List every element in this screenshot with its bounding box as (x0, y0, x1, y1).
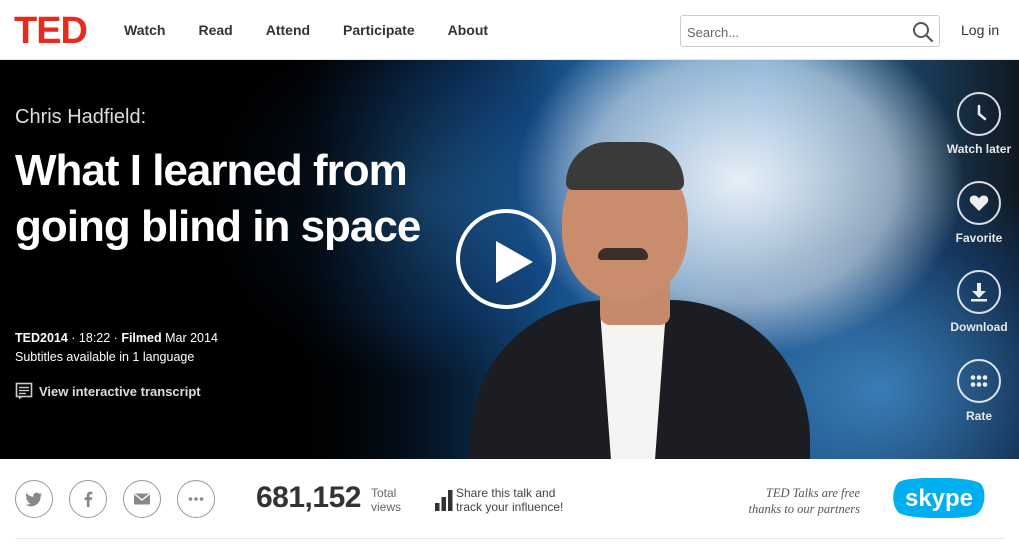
favorite-label: Favorite (955, 231, 1003, 245)
skype-logo[interactable]: skype (893, 478, 985, 518)
twitter-icon (25, 492, 42, 507)
subtitles-info: Subtitles available in 1 language (15, 350, 195, 364)
transcript-link[interactable]: View interactive transcript (15, 382, 201, 400)
share-influence-link[interactable]: Share this talk and track your influence… (456, 486, 596, 514)
nav-watch[interactable]: Watch (124, 22, 165, 38)
event-name: TED2014 (15, 331, 68, 345)
view-count: 681,152 (256, 481, 361, 514)
clock-icon (977, 104, 987, 121)
transcript-icon (15, 382, 33, 400)
download-label: Download (950, 320, 1008, 334)
rate-button[interactable]: Rate (939, 359, 1019, 423)
login-link[interactable]: Log in (961, 22, 999, 38)
play-icon (496, 241, 533, 283)
nav-about[interactable]: About (448, 22, 488, 38)
search-icon[interactable] (911, 20, 935, 44)
talk-title: What I learned from going blind in space (15, 146, 421, 251)
facebook-icon (84, 491, 93, 507)
site-header: TED Watch Read Attend Participate About … (0, 0, 1019, 60)
email-share-button[interactable] (123, 480, 161, 518)
partners-note: TED Talks are free thanks to our partner… (748, 486, 860, 516)
nav-participate[interactable]: Participate (343, 22, 415, 38)
rate-label: Rate (965, 409, 992, 423)
bar-chart-icon (435, 490, 453, 511)
watch-later-button[interactable]: Watch later (939, 92, 1019, 156)
speaker-name: Chris Hadfield: (15, 106, 147, 128)
filmed-date: Mar 2014 (165, 331, 218, 345)
transcript-label: View interactive transcript (39, 383, 201, 399)
watch-later-label: Watch later (946, 142, 1012, 156)
view-count-label: Total views (371, 486, 402, 514)
facebook-share-button[interactable] (69, 480, 107, 518)
play-button[interactable] (456, 209, 556, 309)
talk-meta: TED2014 · 18:22 · Filmed Mar 2014 (15, 331, 218, 345)
search-input[interactable] (687, 22, 907, 42)
download-button[interactable]: Download (939, 270, 1019, 334)
search-box (680, 15, 940, 47)
more-share-button[interactable] (177, 480, 215, 518)
dots-grid-icon (970, 375, 988, 387)
heart-icon (969, 195, 989, 211)
filmed-label: Filmed (121, 331, 162, 345)
email-icon (134, 493, 150, 505)
favorite-button[interactable]: Favorite (939, 181, 1019, 245)
main-nav: Watch Read Attend Participate About (124, 22, 521, 38)
nav-read[interactable]: Read (198, 22, 232, 38)
ted-logo[interactable]: TED (14, 12, 88, 50)
ellipsis-icon (188, 497, 204, 501)
nav-attend[interactable]: Attend (266, 22, 310, 38)
download-icon (971, 283, 987, 302)
svg-text:skype: skype (905, 485, 973, 512)
twitter-share-button[interactable] (15, 480, 53, 518)
duration: 18:22 (78, 331, 111, 345)
